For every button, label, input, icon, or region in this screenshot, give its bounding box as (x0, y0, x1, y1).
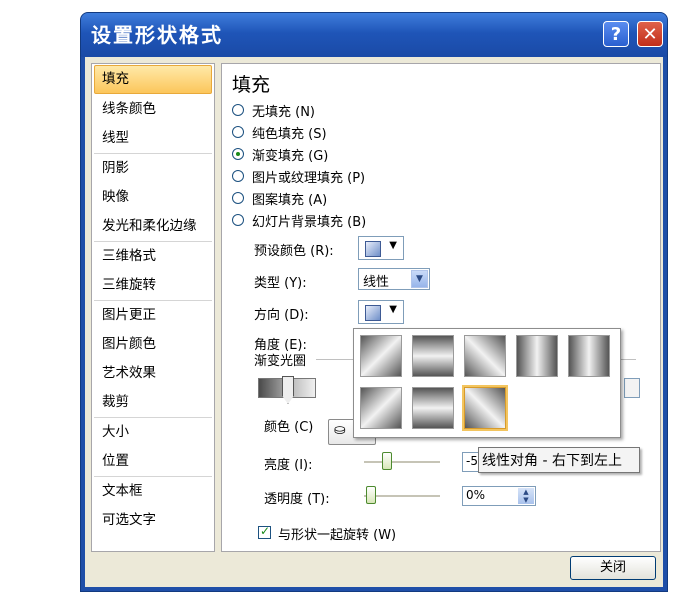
type-select[interactable]: 线性 ▼ (358, 268, 430, 290)
option-label: 幻灯片背景填充 (B) (252, 214, 367, 230)
nav-item-picture-corrections[interactable]: 图片更正 (92, 301, 214, 330)
check-icon: ✓ (260, 524, 271, 538)
brightness-slider[interactable] (364, 461, 440, 464)
close-button[interactable]: 关闭 (570, 556, 656, 580)
option-label: 无填充 (N) (252, 104, 316, 120)
direction-tile-diagonal-3[interactable] (360, 387, 402, 429)
direction-tile-selected[interactable] (462, 385, 508, 431)
brightness-slider-thumb[interactable] (382, 452, 392, 470)
radio-icon[interactable] (232, 214, 244, 226)
preset-colors-label: 预设颜色 (R): (254, 244, 334, 259)
direction-tile-diagonal-1[interactable] (360, 335, 402, 377)
nav-item-fill[interactable]: 填充 (94, 65, 212, 94)
type-label: 类型 (Y): (254, 276, 307, 291)
option-label: 纯色填充 (S) (252, 126, 327, 142)
gradient-fill-option[interactable]: 渐变填充 (G) (232, 144, 328, 164)
radio-icon[interactable] (232, 170, 244, 182)
color-label: 颜色 (C) (264, 420, 314, 435)
gradient-swatch-icon (365, 305, 381, 321)
gradient-swatch-icon (365, 241, 381, 257)
option-label: 图案填充 (A) (252, 192, 328, 208)
transparency-spinner[interactable]: 0% ▲ ▼ (462, 486, 536, 506)
category-list: 填充 线条颜色 线型 阴影 映像 发光和柔化边缘 三维格式 三维旋转 图片更正 … (91, 63, 215, 552)
close-window-button[interactable]: ✕ (637, 21, 663, 47)
panel-heading: 填充 (232, 74, 271, 96)
rotate-with-shape-checkbox[interactable]: ✓ (258, 524, 271, 539)
type-value: 线性 (363, 275, 390, 290)
chevron-down-icon[interactable]: ▼ (411, 270, 428, 288)
gradient-stop-handle[interactable] (282, 376, 294, 404)
nav-item-line-color[interactable]: 线条颜色 (92, 95, 214, 124)
nav-item-3d-rotation[interactable]: 三维旋转 (92, 271, 214, 300)
direction-gallery (353, 328, 621, 438)
transparency-slider-thumb[interactable] (366, 486, 376, 504)
nav-item-size[interactable]: 大小 (92, 418, 214, 447)
spin-arrows-icon[interactable]: ▲▼ (518, 488, 534, 504)
direction-label: 方向 (D): (254, 308, 309, 323)
nav-item-crop[interactable]: 裁剪 (92, 388, 214, 417)
radio-icon[interactable] (232, 192, 244, 204)
fill-panel: 填充 无填充 (N) 纯色填充 (S) 渐变填充 (G) 图片或纹理填充 (P)… (221, 63, 661, 552)
no-fill-option[interactable]: 无填充 (N) (232, 100, 315, 120)
nav-item-shadow[interactable]: 阴影 (92, 154, 214, 183)
dropdown-arrow-icon: ▼ (389, 304, 397, 315)
dialog-title: 设置形状格式 (91, 23, 223, 47)
nav-item-picture-color[interactable]: 图片颜色 (92, 330, 214, 359)
option-label: 图片或纹理填充 (P) (252, 170, 366, 186)
slide-background-fill-option[interactable]: 幻灯片背景填充 (B) (232, 210, 366, 230)
nav-item-3d-format[interactable]: 三维格式 (92, 242, 214, 271)
option-label: 渐变填充 (G) (252, 148, 329, 164)
direction-tile-diagonal-2[interactable] (464, 335, 506, 377)
nav-item-text-box[interactable]: 文本框 (92, 477, 214, 506)
direction-tile-horizontal-1[interactable] (516, 335, 558, 377)
rotate-with-shape-label: 与形状一起旋转 (W) (278, 528, 397, 543)
remove-stop-button[interactable] (624, 378, 640, 398)
tooltip: 线性对角 - 右下到左上 (478, 447, 640, 473)
help-button[interactable]: ? (603, 21, 629, 47)
direction-tile-horizontal-2[interactable] (568, 335, 610, 377)
pattern-fill-option[interactable]: 图案填充 (A) (232, 188, 327, 208)
gradient-stops-label: 渐变光圈 (254, 354, 307, 369)
nav-item-alt-text[interactable]: 可选文字 (92, 506, 214, 535)
direction-tile-vertical[interactable] (412, 335, 454, 377)
preset-colors-button[interactable]: ▼ (358, 236, 404, 260)
nav-item-reflection[interactable]: 映像 (92, 183, 214, 212)
brightness-value: -5 (466, 454, 478, 468)
dialog-client: 填充 线条颜色 线型 阴影 映像 发光和柔化边缘 三维格式 三维旋转 图片更正 … (85, 57, 663, 587)
title-bar: 设置形状格式 ? ✕ (81, 13, 667, 57)
nav-item-artistic-effects[interactable]: 艺术效果 (92, 359, 214, 388)
transparency-label: 透明度 (T): (264, 492, 330, 507)
nav-item-position[interactable]: 位置 (92, 447, 214, 476)
nav-item-line-style[interactable]: 线型 (92, 124, 214, 153)
transparency-value: 0% (466, 488, 486, 502)
radio-icon[interactable] (232, 104, 244, 116)
format-shape-dialog: 设置形状格式 ? ✕ 填充 线条颜色 线型 阴影 映像 发光和柔化边缘 三维格式… (80, 12, 668, 592)
radio-icon[interactable] (232, 126, 244, 138)
direction-tile-vertical-2[interactable] (412, 387, 454, 429)
dropdown-arrow-icon: ▼ (389, 240, 397, 251)
nav-item-glow-soft-edges[interactable]: 发光和柔化边缘 (92, 212, 214, 241)
brightness-label: 亮度 (I): (264, 458, 313, 473)
radio-selected-icon[interactable] (232, 148, 244, 160)
picture-texture-fill-option[interactable]: 图片或纹理填充 (P) (232, 166, 365, 186)
direction-button[interactable]: ▼ (358, 300, 404, 324)
paint-bucket-icon: ⛀ (334, 422, 346, 438)
solid-fill-option[interactable]: 纯色填充 (S) (232, 122, 327, 142)
